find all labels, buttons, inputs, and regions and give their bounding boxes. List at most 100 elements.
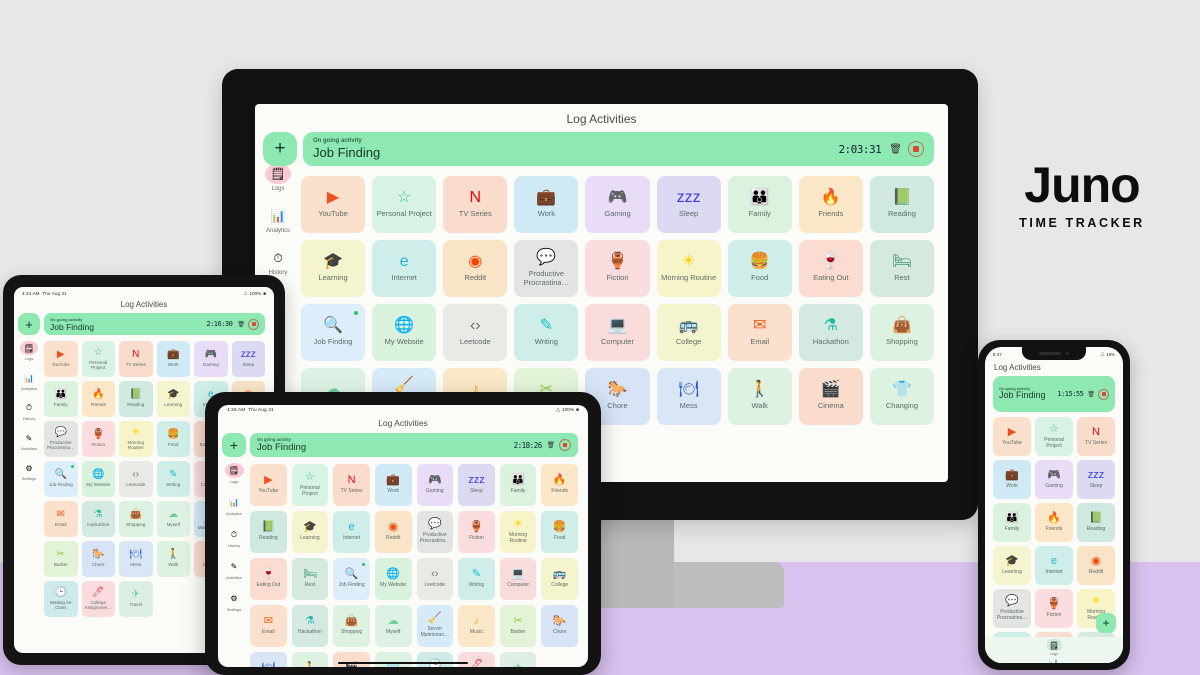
activity-tile[interactable]: 💻Computer [585, 304, 650, 361]
nav-item-history[interactable]: ⏱ History [225, 527, 244, 549]
activity-tile[interactable]: 🔥 Friends [1035, 503, 1073, 542]
activity-tile[interactable]: ☁Myself [156, 501, 190, 537]
nav-item-analytics[interactable]: 📊Analytics [225, 495, 244, 516]
nav-item-logs[interactable]: 🗒 Logs [20, 341, 38, 361]
activity-tile[interactable]: 💼 Work [374, 464, 412, 506]
activity-tile[interactable]: 🏺 Fiction [585, 240, 650, 297]
activity-tile[interactable]: 🍔Food [156, 421, 190, 457]
nav-item-history[interactable]: ⏱ History [20, 401, 38, 421]
trash-icon[interactable]: 🗑 [237, 321, 245, 328]
nav-item-history[interactable]: ⏱ History [265, 248, 291, 277]
activity-tile[interactable]: 🍔Food [541, 511, 578, 553]
stop-button[interactable] [1098, 388, 1109, 400]
nav-item-logs[interactable]: 🗒 Logs [265, 164, 291, 192]
nav-item-analytics[interactable]: 📊Analytics [1046, 656, 1061, 664]
activity-tile[interactable]: 🖊College Assignmen… [458, 652, 495, 667]
activity-tile[interactable]: 🎮 Gaming [416, 464, 454, 506]
activity-tile[interactable]: 💼 Work [156, 341, 190, 377]
activity-tile[interactable]: 🏺 Fiction [458, 511, 495, 553]
activity-tile[interactable]: ᴢᴢᴢ Sleep [1077, 460, 1115, 499]
activity-tile[interactable]: ☆ Personal Project [372, 176, 437, 233]
ongoing-activity-banner[interactable]: On going activity Job Finding 2:03:31 🗑 [303, 132, 934, 166]
trash-icon[interactable]: 🗑 [1087, 391, 1095, 398]
activity-tile[interactable]: 🚶Walk [291, 652, 329, 667]
activity-tile[interactable]: 💬 Productive Procrastina… [416, 511, 454, 553]
activity-tile[interactable]: 🍔Food [727, 240, 792, 297]
activity-tile[interactable]: 🔍 Job Finding [333, 558, 370, 600]
activity-tile[interactable]: 🔍 Job Finding [301, 304, 366, 361]
activity-tile[interactable]: ‹› Leetcode [416, 558, 454, 600]
activity-tile[interactable]: 🕒Waiting for Class [416, 652, 454, 667]
activity-tile[interactable]: 🛏Rest [291, 558, 329, 600]
activity-tile[interactable]: ♪Music [458, 605, 495, 647]
activity-tile[interactable]: 🍽Mess [119, 541, 153, 577]
activity-tile[interactable]: eInternet [372, 240, 437, 297]
activity-tile[interactable]: 💻Computer [499, 558, 537, 600]
activity-tile[interactable]: 🎬 Cinema [798, 368, 863, 425]
activity-tile[interactable]: N TV Series [333, 464, 370, 506]
nav-item-logs[interactable]: 🗒 Logs [224, 463, 244, 484]
activity-tile[interactable]: 🍷Eating Out [250, 558, 287, 600]
activity-tile[interactable]: 💼 Work [514, 176, 579, 233]
activity-tile[interactable]: ▶ YouTube [250, 464, 287, 506]
activity-tile[interactable]: 🚌College [541, 558, 578, 600]
activity-tile[interactable]: 🔍 Job Finding [44, 461, 78, 497]
activity-tile[interactable]: 💬 Productive Procrastina… [44, 421, 78, 457]
activity-tile[interactable]: ▶ YouTube [44, 341, 78, 377]
activity-tile[interactable]: 👕 Changing [869, 368, 934, 425]
activity-tile[interactable]: 🏺 Fiction [1035, 589, 1073, 628]
activity-tile[interactable]: 🌐 My Website [81, 461, 115, 497]
nav-item-analytics[interactable]: 📊Analytics [20, 371, 38, 392]
activity-tile[interactable]: ☆ Personal Project [1035, 417, 1073, 456]
nav-item-settings[interactable]: ⚙ Settings [20, 461, 38, 482]
activity-tile[interactable]: 🔥 Friends [541, 464, 578, 506]
activity-tile[interactable]: N TV Series [1077, 417, 1115, 456]
activity-tile[interactable]: ☆ Personal Project [81, 341, 115, 377]
activity-tile[interactable]: ‹› Leetcode [443, 304, 508, 361]
activity-tile[interactable]: ◉Reddit [1077, 546, 1115, 585]
activity-tile[interactable]: 🎮 Gaming [585, 176, 650, 233]
activity-tile[interactable]: N TV Series [119, 341, 153, 377]
trash-icon[interactable]: 🗑 [889, 144, 902, 155]
activity-tile[interactable]: ⚗ Hackathon [798, 304, 863, 361]
activity-tile[interactable]: 🔥 Friends [81, 381, 115, 417]
activity-tile[interactable]: 🔥 Friends [798, 176, 863, 233]
activity-tile[interactable]: ⚗ Hackathon [81, 501, 115, 537]
sidebar-nav[interactable]: 🗒 Logs 📊 Analytics ⏱ History ✎ Activities ⚙ Setti… [218, 433, 250, 667]
activity-tile[interactable]: 🍽Mess [250, 652, 287, 667]
activity-tile[interactable]: 🎮 Gaming [1035, 460, 1073, 499]
activity-tile[interactable]: ▶ YouTube [993, 417, 1031, 456]
stop-button[interactable] [248, 318, 259, 330]
activity-tile[interactable]: 🌐 My Website [372, 304, 437, 361]
activity-tile[interactable]: 🎓 Learning [291, 511, 329, 553]
activity-tile[interactable]: 💬 Productive Procrastina… [993, 589, 1031, 628]
sidebar-nav[interactable]: 🗒 Logs 📊 Analytics ⏱ History ✎ Activities ⚙ Setti… [14, 313, 44, 653]
activity-tile[interactable]: 🎓 Learning [993, 546, 1031, 585]
activity-tile[interactable]: 🖊College Assignmen… [81, 581, 115, 617]
activity-tile[interactable]: 📗 Reading [869, 176, 934, 233]
activity-tile[interactable]: 💬 Productive Procrastina… [514, 240, 579, 297]
activity-tile[interactable]: ⚗ Hackathon [291, 605, 329, 647]
activity-tile[interactable]: eInternet [1035, 546, 1073, 585]
ongoing-activity-banner[interactable]: On going activity Job Finding 1:15:55 🗑 [993, 376, 1115, 412]
activity-tile[interactable]: ◉Reddit [374, 511, 412, 553]
activity-tile[interactable]: 👪 Family [499, 464, 537, 506]
activity-tile[interactable]: 👜 Shopping [333, 605, 370, 647]
activity-tile[interactable]: 🎓 Learning [301, 240, 366, 297]
activity-tile[interactable]: 📗 Reading [119, 381, 153, 417]
activity-tile[interactable]: 🛏Rest [869, 240, 934, 297]
stop-button[interactable] [908, 141, 924, 157]
activity-tile[interactable]: 👪 Family [993, 503, 1031, 542]
activity-tile[interactable]: 🐎 Chore [541, 605, 578, 647]
nav-item-analytics[interactable]: 📊Analytics [265, 206, 291, 234]
activity-tile[interactable]: 🚶Walk [727, 368, 792, 425]
activity-tile[interactable]: ☁Myself [374, 605, 412, 647]
nav-item-activities[interactable]: ✎ Activities [225, 559, 244, 580]
nav-item-settings[interactable]: ⚙ Settings [225, 591, 244, 612]
add-activity-button[interactable]: + [222, 433, 246, 457]
activity-tile[interactable]: 🎓 Learning [156, 381, 190, 417]
activity-tile[interactable]: 📗 Reading [1077, 503, 1115, 542]
activity-tile[interactable]: ✂Barber [44, 541, 78, 577]
add-activity-button[interactable]: + [263, 132, 297, 166]
ongoing-activity-banner[interactable]: On going activity Job Finding 2:18:26 🗑 [250, 433, 578, 457]
